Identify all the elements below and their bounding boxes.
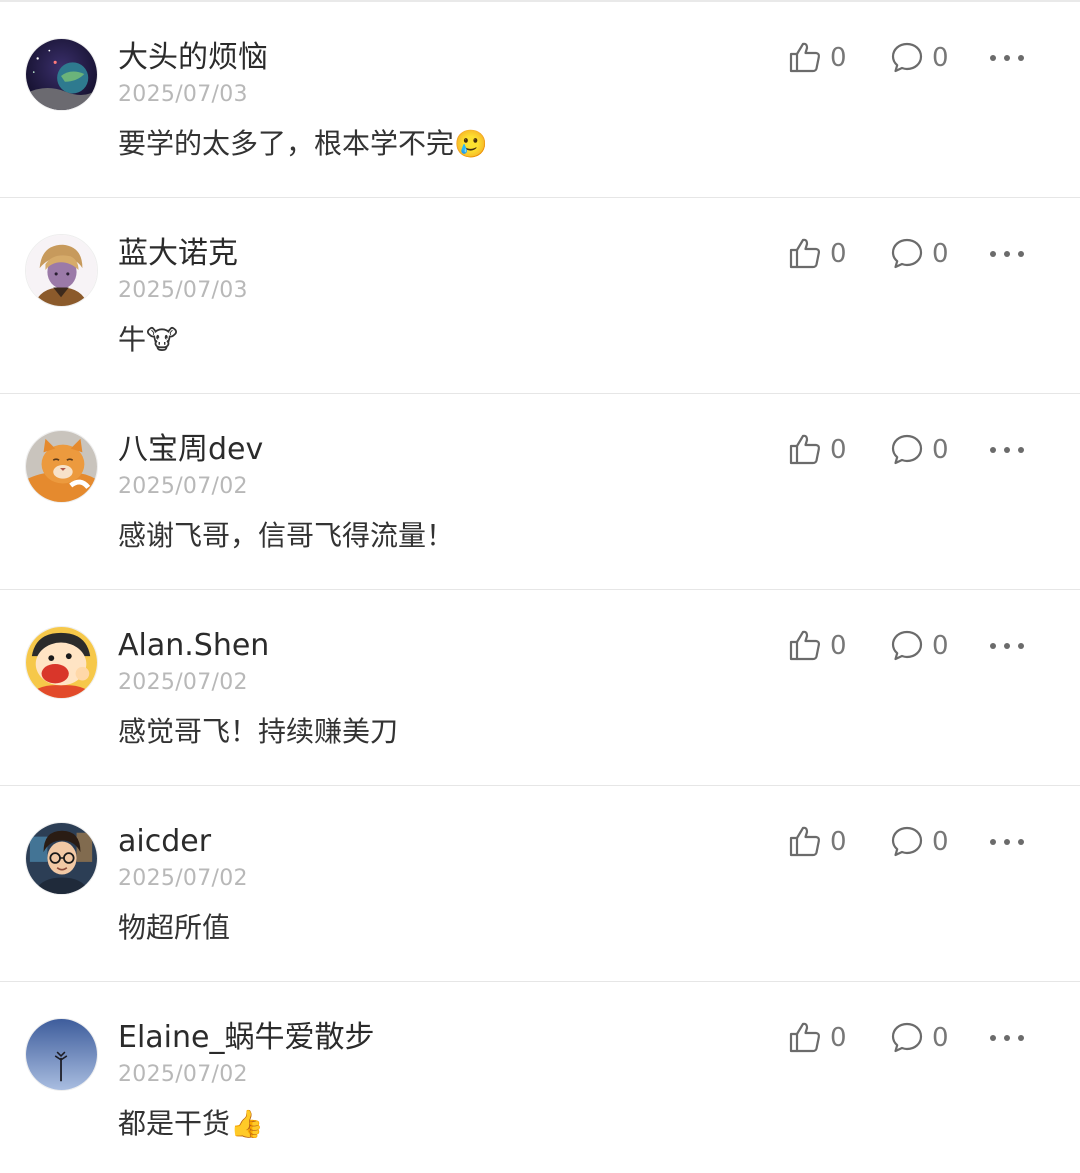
comment-item: aicder 2025/07/02 物超所值 0 0 (0, 786, 1080, 982)
avatar[interactable] (25, 822, 98, 895)
comment-date: 2025/07/02 (118, 1062, 248, 1087)
comment-bubble-icon (891, 434, 923, 465)
username[interactable]: 八宝周dev (118, 430, 263, 470)
reply-count: 0 (932, 239, 949, 269)
like-count: 0 (830, 239, 847, 269)
comment-text: 都是干货👍 (118, 1104, 264, 1145)
comment-list: 大头的烦恼 2025/07/03 要学的太多了，根本学不完🥲 0 0 蓝大诺克 … (0, 2, 1080, 1172)
comment-date: 2025/07/03 (118, 278, 248, 303)
thumbs-up-icon (789, 826, 821, 857)
more-dots-icon (990, 251, 1024, 257)
reply-button[interactable]: 0 (890, 234, 950, 274)
comment-item: 蓝大诺克 2025/07/03 牛🐮 0 0 (0, 198, 1080, 394)
username[interactable]: 大头的烦恼 (118, 38, 268, 78)
more-dots-icon (990, 447, 1024, 453)
comment-body: 感谢飞哥，信哥飞得流量！ (118, 519, 455, 552)
comment-text: 物超所值 (118, 908, 230, 948)
glasses-boy-avatar-image (26, 823, 97, 894)
reply-count: 0 (932, 827, 949, 857)
like-button[interactable]: 0 (788, 38, 848, 78)
thumbs-up-icon (789, 42, 821, 73)
comment-body: 要学的太多了，根本学不完 (118, 127, 455, 160)
crying-smile-emoji: 🥲 (454, 129, 488, 160)
more-dots-icon (990, 839, 1024, 845)
comment-body: 物超所值 (118, 911, 231, 944)
comment-text: 感觉哥飞！持续赚美刀 (118, 712, 398, 752)
anime-character-avatar-image (26, 235, 97, 306)
thumbs-up-icon (789, 1022, 821, 1053)
like-count: 0 (830, 435, 847, 465)
username[interactable]: aicder (118, 822, 211, 862)
like-button[interactable]: 0 (788, 626, 848, 666)
comment-item: Elaine_蜗牛爱散步 2025/07/02 都是干货👍 0 0 (0, 982, 1080, 1172)
username[interactable]: Alan.Shen (118, 626, 269, 666)
reply-count: 0 (932, 631, 949, 661)
like-button[interactable]: 0 (788, 1018, 848, 1058)
cow-emoji: 🐮 (146, 325, 178, 356)
more-button[interactable] (990, 626, 1026, 666)
cartoon-boy-avatar-image (26, 627, 97, 698)
like-count: 0 (830, 827, 847, 857)
more-dots-icon (990, 55, 1024, 61)
comment-body: 牛 (118, 323, 147, 356)
more-button[interactable] (990, 1018, 1026, 1058)
comment-date: 2025/07/02 (118, 866, 248, 891)
reply-button[interactable]: 0 (890, 430, 950, 470)
comment-text: 牛🐮 (118, 320, 178, 361)
comment-item: Alan.Shen 2025/07/02 感觉哥飞！持续赚美刀 0 0 (0, 590, 1080, 786)
avatar[interactable] (25, 234, 98, 307)
like-count: 0 (830, 1023, 847, 1053)
more-button[interactable] (990, 430, 1026, 470)
like-count: 0 (830, 631, 847, 661)
like-button[interactable]: 0 (788, 430, 848, 470)
comment-item: 大头的烦恼 2025/07/03 要学的太多了，根本学不完🥲 0 0 (0, 2, 1080, 198)
avatar[interactable] (25, 1018, 98, 1091)
thumbs-up-emoji: 👍 (230, 1109, 264, 1140)
username[interactable]: Elaine_蜗牛爱散步 (118, 1018, 374, 1058)
reply-count: 0 (932, 43, 949, 73)
comment-item: 八宝周dev 2025/07/02 感谢飞哥，信哥飞得流量！ 0 0 (0, 394, 1080, 590)
comment-text: 要学的太多了，根本学不完🥲 (118, 124, 488, 165)
reply-button[interactable]: 0 (890, 626, 950, 666)
avatar[interactable] (25, 626, 98, 699)
comment-bubble-icon (891, 630, 923, 661)
reply-button[interactable]: 0 (890, 1018, 950, 1058)
like-button[interactable]: 0 (788, 822, 848, 862)
comment-text: 感谢飞哥，信哥飞得流量！ (118, 516, 454, 556)
comment-date: 2025/07/02 (118, 670, 248, 695)
reply-count: 0 (932, 1023, 949, 1053)
more-dots-icon (990, 643, 1024, 649)
reply-count: 0 (932, 435, 949, 465)
comment-date: 2025/07/02 (118, 474, 248, 499)
avatar[interactable] (25, 430, 98, 503)
thumbs-up-icon (789, 434, 821, 465)
thumbs-up-icon (789, 630, 821, 661)
comment-date: 2025/07/03 (118, 82, 248, 107)
comment-body: 都是干货 (118, 1107, 231, 1140)
like-button[interactable]: 0 (788, 234, 848, 274)
more-dots-icon (990, 1035, 1024, 1041)
space-planet-avatar-image (26, 39, 97, 110)
thumbs-up-icon (789, 238, 821, 269)
comment-body: 感觉哥飞！持续赚美刀 (118, 715, 399, 748)
more-button[interactable] (990, 38, 1026, 78)
like-count: 0 (830, 43, 847, 73)
reply-button[interactable]: 0 (890, 822, 950, 862)
comment-bubble-icon (891, 1022, 923, 1053)
comment-bubble-icon (891, 238, 923, 269)
orange-cat-avatar-image (26, 431, 97, 502)
blue-sky-avatar-image (26, 1019, 97, 1090)
reply-button[interactable]: 0 (890, 38, 950, 78)
more-button[interactable] (990, 822, 1026, 862)
username[interactable]: 蓝大诺克 (118, 234, 238, 274)
more-button[interactable] (990, 234, 1026, 274)
comment-bubble-icon (891, 42, 923, 73)
avatar[interactable] (25, 38, 98, 111)
comment-bubble-icon (891, 826, 923, 857)
